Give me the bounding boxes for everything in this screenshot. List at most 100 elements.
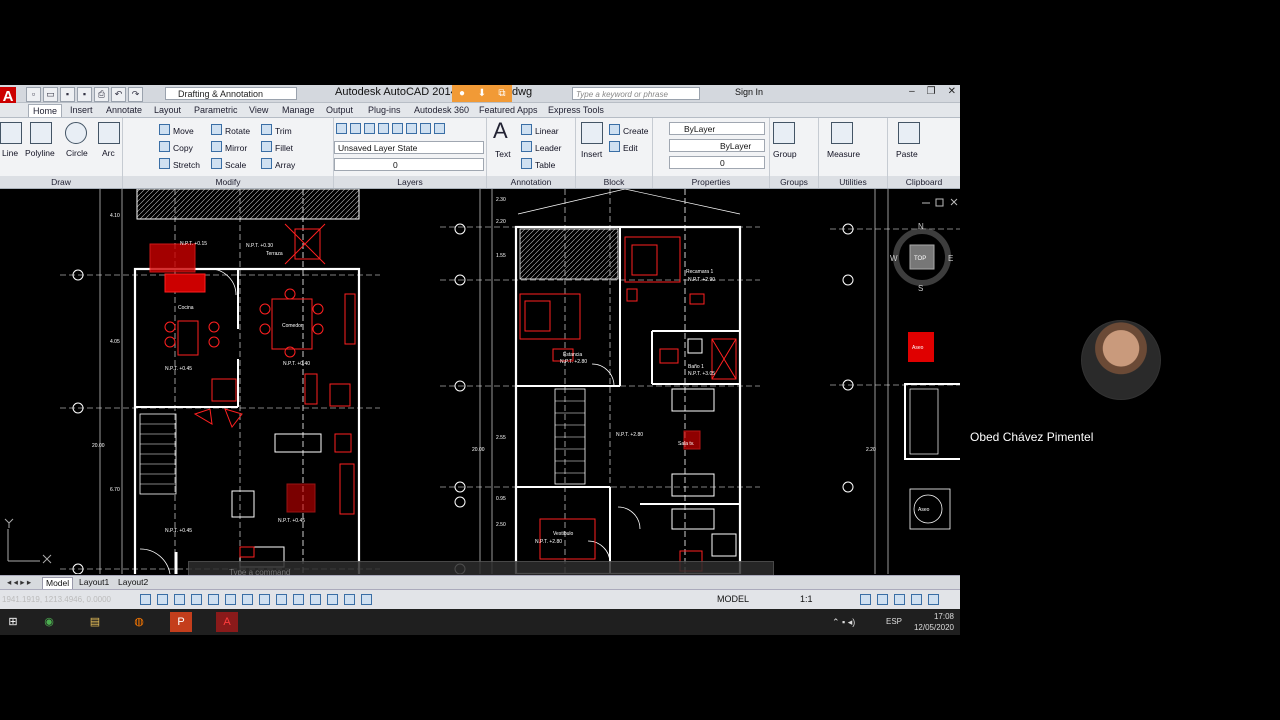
workspace-icon[interactable] <box>860 594 871 605</box>
tpy-icon[interactable] <box>293 594 304 605</box>
block-panel-title[interactable]: Block <box>576 176 652 188</box>
measure-icon[interactable] <box>831 122 853 144</box>
annotation-panel-title[interactable]: Annotation <box>487 176 575 188</box>
mirror-button[interactable]: Mirror <box>211 141 247 153</box>
tab-view[interactable]: View <box>245 104 272 116</box>
windows-start-icon[interactable]: ⊞ <box>2 612 24 632</box>
lwt-icon[interactable] <box>276 594 287 605</box>
am-icon[interactable] <box>344 594 355 605</box>
tab-plugins[interactable]: Plug-ins <box>364 104 405 116</box>
paste-icon[interactable] <box>898 122 920 144</box>
autocad-taskbar-icon[interactable]: A <box>216 612 238 632</box>
layer-dropdown[interactable]: 0 <box>334 158 484 171</box>
table-button[interactable]: Table <box>521 158 555 170</box>
viewcube[interactable]: TOP N S E W <box>890 222 953 293</box>
sc-icon[interactable] <box>327 594 338 605</box>
tab-annotate[interactable]: Annotate <box>102 104 146 116</box>
file-explorer-icon[interactable]: ▤ <box>84 612 106 632</box>
linear-button[interactable]: Linear <box>521 124 559 136</box>
pin-icon[interactable]: ⬇ <box>472 85 492 102</box>
modify-panel-title[interactable]: Modify <box>123 176 333 188</box>
tab-manage[interactable]: Manage <box>278 104 319 116</box>
tab-express-tools[interactable]: Express Tools <box>544 104 608 116</box>
fillet-button[interactable]: Fillet <box>261 141 293 153</box>
participant-tile[interactable]: Obed Chávez Pimentel <box>960 270 1280 460</box>
chrome-icon[interactable]: ◉ <box>38 612 60 632</box>
redo-icon[interactable]: ↷ <box>128 87 143 102</box>
firefox-taskbar-icon[interactable]: ◍ <box>128 612 150 632</box>
line-icon[interactable] <box>0 122 22 144</box>
layer-tools-row[interactable] <box>336 123 448 135</box>
snap-icon[interactable] <box>140 594 151 605</box>
circle-button[interactable]: Circle <box>66 148 88 158</box>
polar-icon[interactable] <box>191 594 202 605</box>
share-icon[interactable]: ⧉ <box>492 85 512 102</box>
viewcube-east[interactable]: E <box>948 254 953 263</box>
edit-button[interactable]: Edit <box>609 141 638 153</box>
group-button[interactable]: Group <box>773 149 797 159</box>
viewcube-south[interactable]: S <box>918 284 923 293</box>
groups-panel-title[interactable]: Groups <box>770 176 818 188</box>
clock[interactable]: 17:08 12/05/2020 <box>914 611 954 633</box>
sign-in-button[interactable]: Sign In <box>735 87 763 97</box>
tab-parametric[interactable]: Parametric <box>190 104 242 116</box>
leader-button[interactable]: Leader <box>521 141 561 153</box>
screen-share-controls[interactable]: ● ⬇ ⧉ <box>452 85 512 102</box>
tab-home[interactable]: Home <box>28 104 63 117</box>
model-space-button[interactable]: MODEL <box>717 594 749 604</box>
lineweight-dropdown[interactable]: 0 <box>669 156 765 169</box>
stretch-button[interactable]: Stretch <box>159 158 200 170</box>
paste-button[interactable]: Paste <box>896 149 918 159</box>
tab-layout1[interactable]: Layout1 <box>76 577 112 588</box>
isolate-icon[interactable] <box>911 594 922 605</box>
new-icon[interactable]: ▫ <box>26 87 41 102</box>
viewcube-top[interactable]: TOP <box>914 256 926 262</box>
text-button[interactable]: Text <box>495 149 511 159</box>
create-button[interactable]: Create <box>609 124 649 136</box>
layer-state-dropdown[interactable]: Unsaved Layer State <box>334 141 484 154</box>
tab-output[interactable]: Output <box>322 104 357 116</box>
insert-button[interactable]: Insert <box>581 149 602 159</box>
plus-icon[interactable] <box>361 594 372 605</box>
trim-button[interactable]: Trim <box>261 124 292 136</box>
tab-autodesk-360[interactable]: Autodesk 360 <box>410 104 473 116</box>
minimize-icon[interactable]: – <box>909 86 915 97</box>
rotate-button[interactable]: Rotate <box>211 124 250 136</box>
save-icon[interactable]: ▪ <box>60 87 75 102</box>
line-button[interactable]: Line <box>2 148 18 158</box>
text-icon[interactable]: A <box>493 118 508 144</box>
measure-button[interactable]: Measure <box>827 149 860 159</box>
save-as-icon[interactable]: ▪ <box>77 87 92 102</box>
open-icon[interactable]: ▭ <box>43 87 58 102</box>
plot-icon[interactable]: ⎙ <box>94 87 109 102</box>
tab-layout[interactable]: Layout <box>150 104 185 116</box>
tab-insert[interactable]: Insert <box>66 104 97 116</box>
fullscreen-icon[interactable] <box>928 594 939 605</box>
properties-panel-title[interactable]: Properties <box>653 176 769 188</box>
color-dropdown[interactable]: ByLayer <box>669 122 765 135</box>
annotation-scale[interactable]: 1:1 <box>800 594 813 604</box>
ortho-icon[interactable] <box>174 594 185 605</box>
drawing-canvas[interactable]: N.P.T. +0.15 N.P.T. +0.30 Terraza Cocina… <box>0 189 960 574</box>
close-icon[interactable]: ✕ <box>948 86 956 97</box>
powerpoint-icon[interactable]: P <box>170 612 192 632</box>
draw-panel-title[interactable]: Draw <box>0 176 122 188</box>
lock-icon[interactable] <box>877 594 888 605</box>
tray-icons[interactable]: ⌃ ▪ ◂) <box>832 617 855 628</box>
tab-layout2[interactable]: Layout2 <box>115 577 151 588</box>
qp-icon[interactable] <box>310 594 321 605</box>
clipboard-panel-title[interactable]: Clipboard <box>888 176 960 188</box>
search-input[interactable]: Type a keyword or phrase <box>572 87 700 100</box>
insert-icon[interactable] <box>581 122 603 144</box>
circle-icon[interactable] <box>65 122 87 144</box>
move-button[interactable]: Move <box>159 124 194 136</box>
scale-button[interactable]: Scale <box>211 158 246 170</box>
restore-icon[interactable]: ❐ <box>927 86 936 97</box>
osnap-icon[interactable] <box>208 594 219 605</box>
otrack-icon[interactable] <box>225 594 236 605</box>
viewcube-west[interactable]: W <box>890 254 898 263</box>
firefox-icon[interactable]: ● <box>452 85 472 102</box>
undo-icon[interactable]: ↶ <box>111 87 126 102</box>
workspace-dropdown[interactable]: Drafting & Annotation <box>165 87 297 100</box>
utilities-panel-title[interactable]: Utilities <box>819 176 887 188</box>
